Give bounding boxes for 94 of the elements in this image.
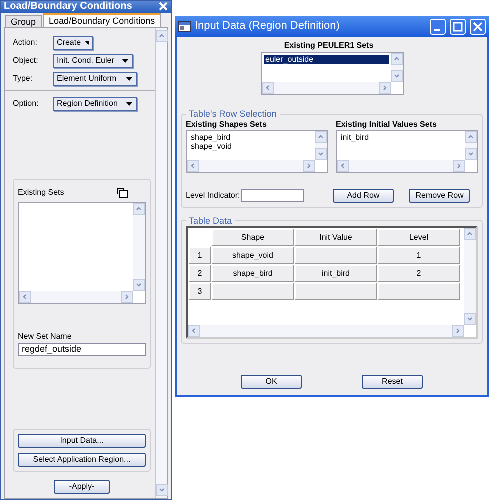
list-label: Existing Initial Values Sets: [336, 120, 438, 129]
table-cell[interactable]: [295, 247, 377, 264]
scrollbar[interactable]: [262, 82, 390, 94]
row-header[interactable]: 2: [189, 265, 211, 282]
tab[interactable]: Load/Boundary Conditions: [43, 12, 162, 26]
dropdown[interactable]: Element Uniform: [53, 72, 137, 86]
scroll-down-button[interactable]: [156, 484, 168, 496]
scrollbar[interactable]: [465, 130, 477, 160]
table-cell[interactable]: 2: [378, 265, 460, 282]
list-box[interactable]: init_bird: [336, 130, 478, 173]
list-item[interactable]: euler_outside: [264, 55, 388, 64]
apply-button[interactable]: -Apply-: [54, 480, 110, 494]
table-cell[interactable]: 1: [378, 247, 460, 264]
caret-icon: [85, 40, 89, 44]
tab[interactable]: Group: [5, 14, 42, 26]
dialog-title: Input Data (Region Definition): [195, 20, 341, 33]
row-header[interactable]: 1: [189, 247, 211, 264]
field-label: Level Indicator:: [186, 191, 240, 200]
minimize-button[interactable]: [430, 18, 446, 34]
caret-icon: [122, 58, 129, 62]
group-title: Table's Row Selection: [188, 109, 278, 120]
scroll-left-button[interactable]: [262, 82, 274, 94]
list-label: Existing Shapes Sets: [186, 120, 268, 129]
scroll-left-button[interactable]: [19, 290, 31, 302]
scroll-up-button[interactable]: [156, 30, 168, 42]
scroll-left-button[interactable]: [187, 160, 199, 172]
window-icon: [178, 21, 191, 32]
scroll-down-button[interactable]: [315, 148, 327, 160]
table-cell[interactable]: [295, 283, 377, 300]
scroll-down-button[interactable]: [133, 278, 145, 290]
dialog-button[interactable]: Reset: [362, 375, 423, 389]
scroll-right-button[interactable]: [452, 325, 464, 338]
dropdown[interactable]: Init. Cond. Euler: [53, 54, 133, 68]
dropdown[interactable]: Region Definition: [53, 96, 137, 110]
scroll-down-button[interactable]: [464, 313, 476, 326]
list-item[interactable]: shape_void: [189, 142, 313, 152]
dialog-button[interactable]: OK: [241, 375, 302, 389]
field-label: Action:: [13, 38, 38, 48]
scroll-down-button[interactable]: [465, 148, 477, 160]
scroll-right-button[interactable]: [453, 160, 465, 172]
maximize-button[interactable]: [450, 18, 466, 34]
column-header[interactable]: Level: [378, 229, 460, 246]
section-label: Existing Sets: [18, 188, 66, 198]
scroll-left-button[interactable]: [188, 325, 200, 338]
scroll-down-button[interactable]: [390, 70, 402, 82]
dropdown[interactable]: Create: [53, 36, 93, 50]
group-title: Table Data: [188, 216, 234, 226]
scroll-right-button[interactable]: [121, 290, 133, 302]
field-label: Object:: [13, 56, 40, 66]
scroll-right-button[interactable]: [378, 82, 390, 94]
field-label: New Set Name: [18, 332, 73, 341]
scrollbar[interactable]: [464, 228, 476, 326]
list-box[interactable]: euler_outside: [260, 52, 404, 96]
table-cell[interactable]: init_bird: [295, 265, 377, 282]
scroll-up-button[interactable]: [464, 228, 476, 240]
action-button[interactable]: Input Data...: [18, 434, 146, 448]
scroll-right-button[interactable]: [303, 160, 315, 172]
level-field[interactable]: [241, 189, 304, 202]
scrollbar[interactable]: [188, 325, 464, 338]
window-stack-icon[interactable]: [117, 188, 128, 198]
row-header[interactable]: 3: [189, 283, 211, 300]
scrollbar[interactable]: [19, 290, 133, 302]
caret-icon: [126, 76, 133, 80]
text-field[interactable]: regdef_outside: [18, 342, 146, 356]
scroll-up-button[interactable]: [315, 130, 327, 143]
scrollbar[interactable]: [390, 53, 402, 82]
list-label: Existing PEULER1 Sets: [284, 41, 374, 50]
list-item[interactable]: init_bird: [339, 132, 463, 142]
list-item[interactable]: shape_bird: [189, 132, 313, 142]
scrollbar[interactable]: [155, 28, 167, 498]
caret-icon: [126, 102, 133, 106]
table-cell[interactable]: shape_bird: [212, 265, 294, 282]
scroll-up-button[interactable]: [465, 130, 477, 143]
scrollbar[interactable]: [187, 160, 315, 172]
scroll-left-button[interactable]: [337, 160, 349, 172]
close-button[interactable]: [470, 18, 486, 34]
action-button[interactable]: Remove Row: [409, 188, 470, 203]
scrollbar[interactable]: [133, 202, 145, 290]
table-cell[interactable]: [378, 283, 460, 300]
scrollbar[interactable]: [337, 160, 465, 172]
table-cell[interactable]: shape_void: [212, 247, 294, 264]
list-box[interactable]: shape_bird shape_void: [186, 130, 328, 173]
action-button[interactable]: Select Application Region...: [18, 452, 146, 467]
scroll-up-button[interactable]: [390, 53, 402, 66]
table-cell[interactable]: [212, 283, 294, 300]
close-icon[interactable]: [159, 2, 168, 12]
action-button[interactable]: Add Row: [332, 188, 394, 203]
column-header[interactable]: Shape: [212, 229, 294, 246]
panel-title: Load/Boundary Conditions: [4, 1, 132, 12]
column-header[interactable]: Init Value: [295, 229, 377, 246]
scrollbar[interactable]: [315, 130, 327, 160]
field-label: Type:: [13, 74, 34, 84]
field-label: Option:: [13, 98, 40, 108]
scroll-up-button[interactable]: [133, 202, 145, 214]
